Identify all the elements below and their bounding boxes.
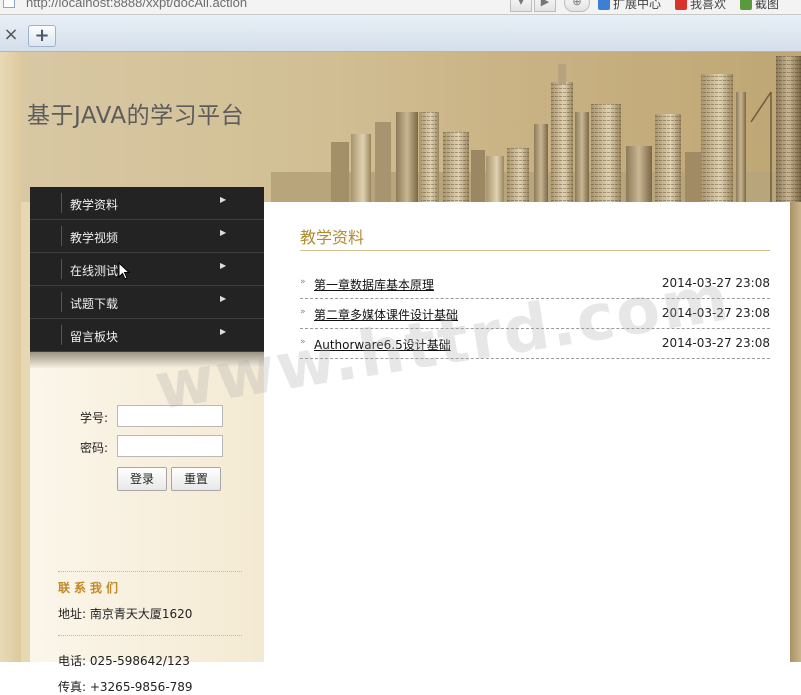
- menu-item-teaching-videos[interactable]: 教学视频 ▶: [30, 220, 264, 253]
- menu-item-teaching-materials[interactable]: 教学资料 ▶: [30, 187, 264, 220]
- header-banner: 基于JAVA的学习平台: [21, 52, 801, 202]
- list-item: » 第一章数据库基本原理 2014-03-27 23:08: [300, 269, 770, 299]
- scissors-icon: [740, 0, 752, 10]
- menu-item-label: 留言板块: [70, 330, 119, 344]
- heart-icon: [675, 0, 687, 10]
- refresh-icon[interactable]: ⊕: [564, 0, 590, 12]
- student-id-row: 学号:: [30, 404, 264, 428]
- menu-item-label: 教学资料: [70, 198, 119, 212]
- city-skyline-image: [271, 56, 801, 202]
- menu-item-label: 教学视频: [70, 231, 119, 245]
- address-bar[interactable]: http://localhost:8888/xxpt/docAll.action…: [0, 0, 801, 15]
- menu-shadow: [30, 352, 264, 368]
- site-title: 基于JAVA的学习平台: [27, 103, 245, 129]
- contact-title: 联系我们: [58, 581, 123, 595]
- left-border: [0, 52, 21, 662]
- list-item: » 第二章多媒体课件设计基础 2014-03-27 23:08: [300, 299, 770, 329]
- list-item: » Authorware6.5设计基础 2014-03-27 23:08: [300, 329, 770, 359]
- right-border: [790, 202, 801, 662]
- divider: [58, 635, 242, 636]
- reset-button[interactable]: 重置: [171, 467, 221, 491]
- go-icon[interactable]: ▶: [534, 0, 556, 12]
- sidebar: 教学资料 ▶ 教学视频 ▶ 在线测试 ▶ 试题下载 ▶ 留言板块 ▶ 学号: 密…: [30, 187, 264, 694]
- menu-separator: [61, 226, 62, 246]
- main-content: 教学资料 » 第一章数据库基本原理 2014-03-27 23:08 » 第二章…: [264, 202, 790, 662]
- bullet-icon: »: [300, 307, 306, 317]
- close-tab-icon[interactable]: ×: [0, 24, 22, 48]
- new-tab-button[interactable]: +: [28, 25, 56, 47]
- url-text[interactable]: http://localhost:8888/xxpt/docAll.action: [26, 0, 247, 10]
- doc-link[interactable]: 第二章多媒体课件设计基础: [314, 306, 458, 323]
- doc-link[interactable]: 第一章数据库基本原理: [314, 276, 434, 293]
- doc-date: 2014-03-27 23:08: [661, 306, 770, 320]
- password-row: 密码:: [30, 434, 264, 458]
- extension-center-button[interactable]: 扩展中心: [598, 0, 661, 12]
- student-id-input[interactable]: [117, 405, 223, 427]
- contact-phone: 电话: 025-598642/123: [58, 654, 190, 668]
- contact-fax: 传真: +3265-9856-789: [58, 680, 193, 694]
- menu-separator: [61, 325, 62, 345]
- divider: [58, 571, 242, 572]
- doc-list: » 第一章数据库基本原理 2014-03-27 23:08 » 第二章多媒体课件…: [300, 269, 770, 359]
- screenshot-button[interactable]: 截图: [740, 0, 779, 12]
- menu-item-message-board[interactable]: 留言板块 ▶: [30, 319, 264, 352]
- menu-separator: [61, 292, 62, 312]
- menu-item-label: 在线测试: [70, 264, 119, 278]
- chevron-right-icon: ▶: [220, 294, 227, 303]
- menu-separator: [61, 193, 62, 213]
- mouse-cursor-icon: [118, 262, 131, 280]
- login-button[interactable]: 登录: [117, 467, 167, 491]
- page-icon: [3, 0, 15, 8]
- favorites-button[interactable]: 我喜欢: [675, 0, 726, 12]
- extension-icon: [598, 0, 610, 10]
- dropdown-icon[interactable]: ▾: [510, 0, 532, 12]
- bullet-icon: »: [300, 277, 306, 287]
- student-id-label: 学号:: [80, 411, 109, 425]
- section-title: 教学资料: [300, 228, 365, 247]
- doc-date: 2014-03-27 23:08: [661, 276, 770, 290]
- bullet-icon: »: [300, 337, 306, 347]
- chevron-right-icon: ▶: [220, 228, 227, 237]
- chevron-right-icon: ▶: [220, 327, 227, 336]
- tab-bar: [0, 15, 801, 52]
- password-label: 密码:: [80, 441, 109, 455]
- doc-link[interactable]: Authorware6.5设计基础: [314, 336, 451, 353]
- doc-date: 2014-03-27 23:08: [661, 336, 770, 350]
- nav-menu: 教学资料 ▶ 教学视频 ▶ 在线测试 ▶ 试题下载 ▶ 留言板块 ▶: [30, 187, 264, 352]
- login-buttons-row: 登录 重置: [30, 467, 264, 491]
- menu-item-online-test[interactable]: 在线测试 ▶: [30, 253, 264, 286]
- password-input[interactable]: [117, 435, 223, 457]
- title-underline: [300, 250, 770, 251]
- menu-separator: [61, 259, 62, 279]
- chevron-right-icon: ▶: [220, 195, 227, 204]
- contact-address: 地址: 南京青天大厦1620: [58, 607, 193, 621]
- menu-item-label: 试题下载: [70, 297, 119, 311]
- menu-item-exam-download[interactable]: 试题下载 ▶: [30, 286, 264, 319]
- web-page: 基于JAVA的学习平台 教学资料 ▶ 教学视频 ▶ 在线测试 ▶ 试题下载 ▶ …: [0, 52, 801, 694]
- chevron-right-icon: ▶: [220, 261, 227, 270]
